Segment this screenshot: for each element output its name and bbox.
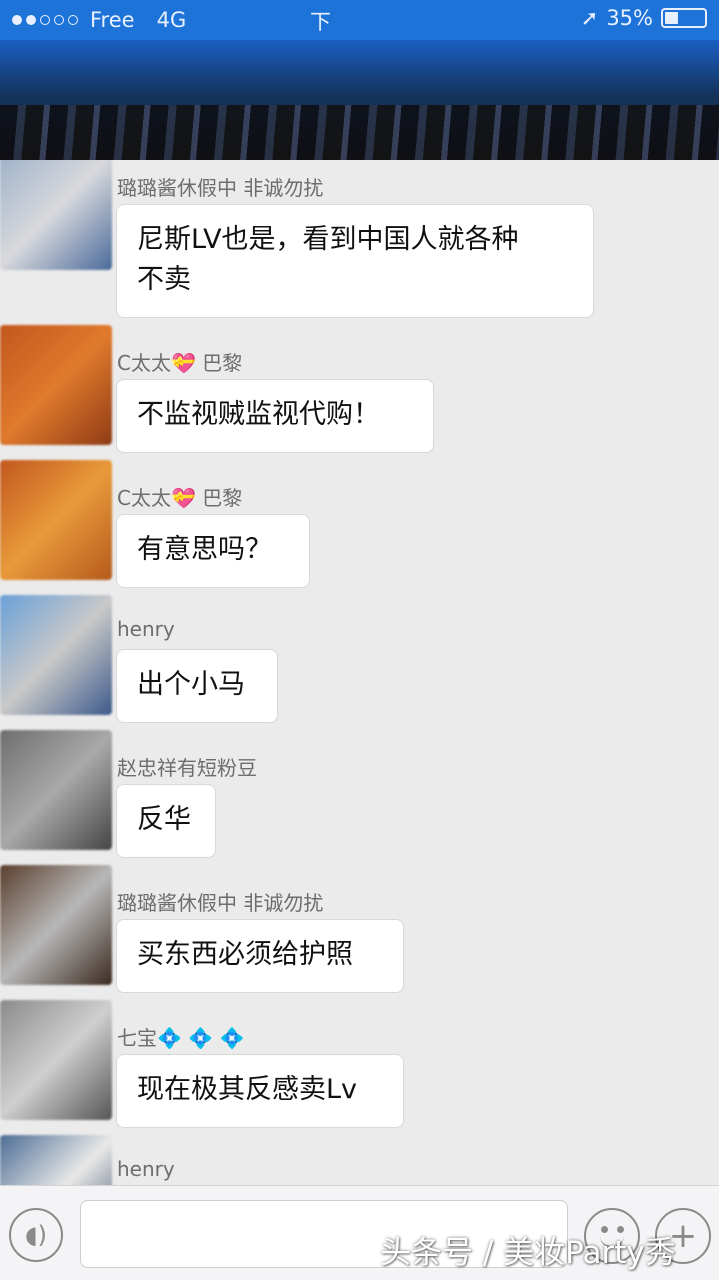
- signal-dot-icon: [26, 15, 36, 25]
- message-text: 不监视贼监视代购！: [137, 399, 380, 430]
- location-icon: ➚: [580, 6, 599, 30]
- sender-name: C太太💝 巴黎: [117, 486, 243, 510]
- signal-dot-icon: [68, 15, 78, 25]
- message-bubble[interactable]: 不监视贼监视代购！: [116, 379, 434, 453]
- sender-name: 璐璐酱休假中 非诚勿扰: [117, 176, 324, 200]
- chat-list[interactable]: 璐璐酱休假中 非诚勿扰 尼斯LV也是，看到中国人就各种 不卖 C太太💝 巴黎 不监视贼监…: [0, 160, 719, 1185]
- voice-icon[interactable]: ◖): [9, 1208, 63, 1262]
- avatar[interactable]: [0, 1000, 112, 1120]
- avatar[interactable]: [0, 730, 112, 850]
- message-text: 出个小马: [137, 669, 245, 700]
- sender-name: C太太💝 巴黎: [117, 351, 243, 375]
- nav-header-obscured: [0, 40, 719, 160]
- battery-percent: 35%: [606, 6, 653, 30]
- sender-name: henry: [117, 617, 175, 641]
- message-text: 买东西必须给护照: [137, 939, 353, 970]
- message-bubble[interactable]: 有意思吗？: [116, 514, 310, 588]
- status-bar: Free 4G 下 ➚ 35%: [0, 0, 719, 40]
- message-bubble[interactable]: 尼斯LV也是，看到中国人就各种 不卖: [116, 204, 594, 318]
- avatar[interactable]: [0, 865, 112, 985]
- message-text: 尼斯LV也是，看到中国人就各种: [137, 224, 519, 255]
- message-text: 不卖: [137, 264, 191, 295]
- avatar[interactable]: [0, 325, 112, 445]
- message-text: 有意思吗？: [137, 534, 272, 565]
- network-type: 4G: [156, 8, 187, 32]
- sender-name: 赵忠祥有短粉豆: [117, 756, 257, 780]
- sender-name: 七宝💠 💠 💠: [117, 1026, 245, 1050]
- signal-carrier: Free 4G: [12, 8, 186, 32]
- message-bubble[interactable]: 反华: [116, 784, 216, 858]
- message-text: 现在极其反感卖Lv: [137, 1074, 358, 1105]
- battery-icon: [661, 8, 707, 28]
- avatar[interactable]: [0, 460, 112, 580]
- sender-name: 璐璐酱休假中 非诚勿扰: [117, 891, 324, 915]
- avatar[interactable]: [0, 1135, 112, 1185]
- avatar[interactable]: [0, 595, 112, 715]
- message-text: 反华: [137, 804, 191, 835]
- carrier-name: Free: [90, 8, 135, 32]
- message-bubble[interactable]: 出个小马: [116, 649, 278, 723]
- avatar[interactable]: [0, 160, 112, 270]
- clock: 下: [310, 10, 331, 34]
- signal-dot-icon: [54, 15, 64, 25]
- signal-dot-icon: [12, 15, 22, 25]
- signal-dot-icon: [40, 15, 50, 25]
- status-right: ➚ 35%: [581, 6, 707, 30]
- watermark: 头条号 / 美妆Party秀: [380, 1235, 676, 1271]
- message-bubble[interactable]: 现在极其反感卖Lv: [116, 1054, 404, 1128]
- sender-name: henry: [117, 1157, 175, 1181]
- message-bubble[interactable]: 买东西必须给护照: [116, 919, 404, 993]
